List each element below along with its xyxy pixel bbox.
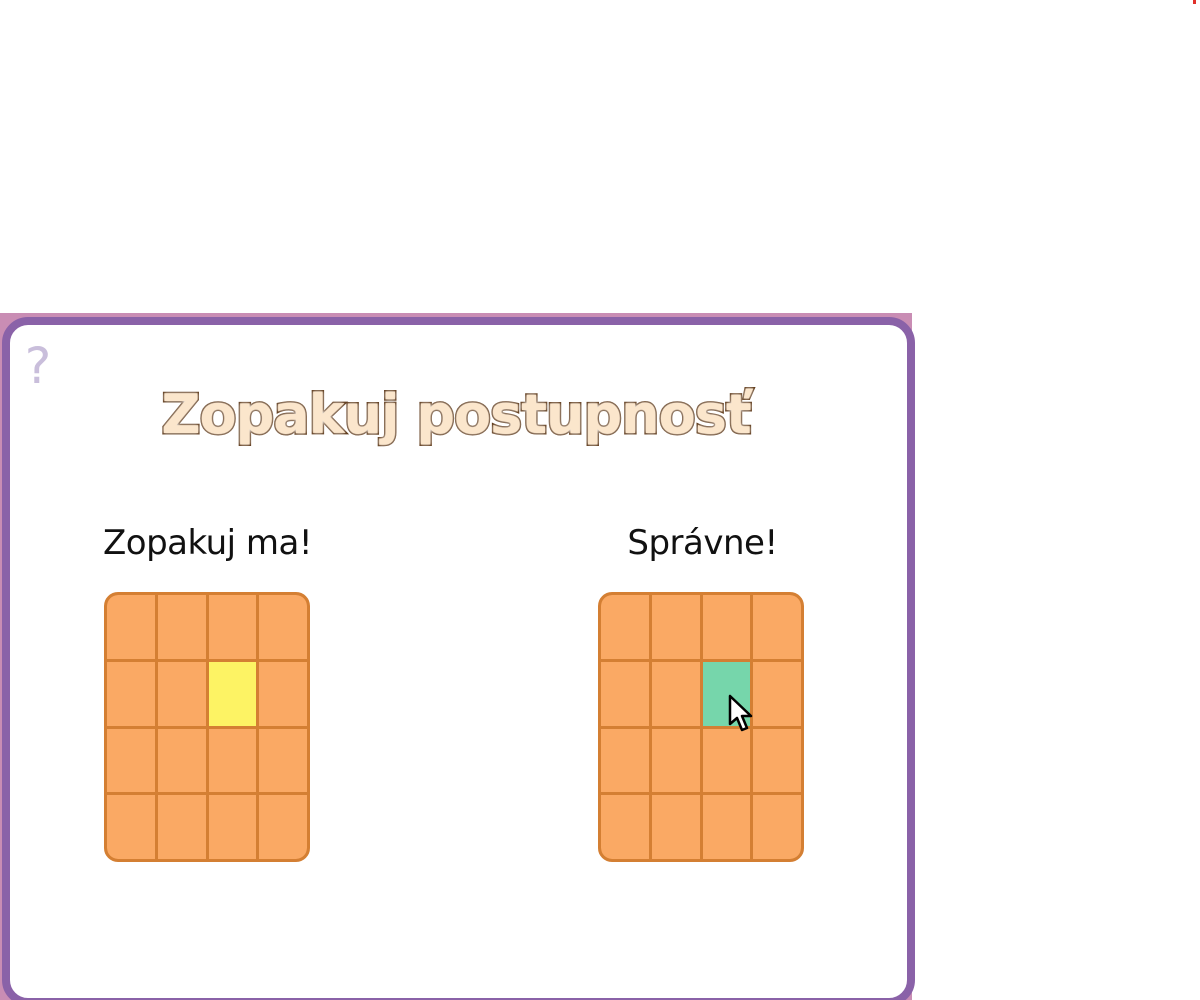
demo-tile-r1-c1 <box>107 595 155 659</box>
demo-tile-r1-c2 <box>157 595 206 659</box>
player-tile-r3-c2[interactable] <box>651 728 700 793</box>
demo-tile-highlighted <box>208 661 257 726</box>
player-input-grid <box>598 592 804 862</box>
demo-tile-r4-c1 <box>107 795 155 859</box>
demo-tile-r2-c2 <box>157 661 206 726</box>
demo-tile-r4-c2 <box>157 795 206 859</box>
demo-tile-r3-c2 <box>157 728 206 793</box>
player-tile-r4-c2[interactable] <box>651 795 700 859</box>
demo-tile-r3-c1 <box>107 728 155 793</box>
player-tile-r1-c1[interactable] <box>601 595 649 659</box>
demo-tile-r1-c3 <box>208 595 257 659</box>
demo-tile-r4-c3 <box>208 795 257 859</box>
demo-tile-r2-c1 <box>107 661 155 726</box>
game-stage: ? Zopakuj postupnosť Zopakuj ma! Správne… <box>0 0 1200 1000</box>
player-tile-r3-c4[interactable] <box>753 728 801 793</box>
feedback-label: Správne! <box>627 523 778 563</box>
sequence-instruction-label: Zopakuj ma! <box>102 523 313 563</box>
player-tile-highlighted[interactable] <box>702 661 751 726</box>
demo-tile-r4-c4 <box>259 795 307 859</box>
player-tile-r4-c4[interactable] <box>753 795 801 859</box>
player-tile-r3-c1[interactable] <box>601 728 649 793</box>
player-tile-r3-c3[interactable] <box>702 728 751 793</box>
corner-marker <box>1193 0 1196 4</box>
player-tile-r4-c3[interactable] <box>702 795 751 859</box>
demo-tile-r3-c3 <box>208 728 257 793</box>
demo-tile-r3-c4 <box>259 728 307 793</box>
player-tile-r2-c4[interactable] <box>753 661 801 726</box>
question-mark-icon[interactable]: ? <box>22 338 54 394</box>
player-tile-r1-c3[interactable] <box>702 595 751 659</box>
demo-sequence-grid <box>104 592 310 862</box>
player-tile-r1-c2[interactable] <box>651 595 700 659</box>
player-tile-r2-c1[interactable] <box>601 661 649 726</box>
player-tile-r2-c2[interactable] <box>651 661 700 726</box>
player-tile-r1-c4[interactable] <box>753 595 801 659</box>
demo-tile-r1-c4 <box>259 595 307 659</box>
player-tile-r4-c1[interactable] <box>601 795 649 859</box>
demo-tile-r2-c4 <box>259 661 307 726</box>
game-title: Zopakuj postupnosť <box>160 382 753 448</box>
